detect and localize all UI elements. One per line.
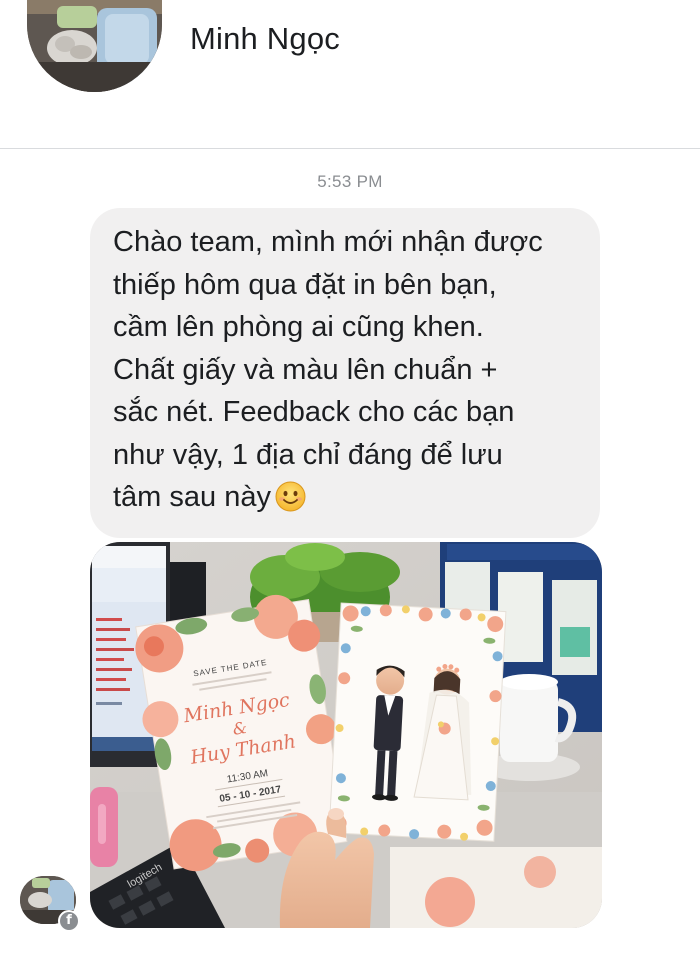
message-timestamp: 5:53 PM: [317, 172, 383, 191]
couple-illustration-card: [328, 602, 507, 842]
header-divider: [0, 148, 700, 149]
message-bubble[interactable]: Chào team, mình mới nhận được thiếp hôm …: [90, 208, 600, 538]
wedding-invitation-photo: logitech SAVE THE DATE Minh Ngọc & Huy T…: [90, 542, 602, 928]
message-text-content: Chào team, mình mới nhận được thiếp hôm …: [113, 226, 543, 513]
invite-ampersand: &: [231, 718, 248, 739]
avatar-photo-icon: [27, 0, 162, 92]
message-text: Chào team, mình mới nhận được thiếp hôm …: [113, 221, 580, 525]
contact-name[interactable]: Minh Ngọc: [190, 19, 340, 59]
facebook-icon: f: [58, 910, 80, 932]
photo-attachment[interactable]: logitech SAVE THE DATE Minh Ngọc & Huy T…: [90, 542, 602, 928]
contact-avatar[interactable]: [27, 0, 162, 92]
conversation-header: Minh Ngọc: [0, 0, 700, 148]
smiling-face-emoji-icon: [275, 481, 306, 525]
